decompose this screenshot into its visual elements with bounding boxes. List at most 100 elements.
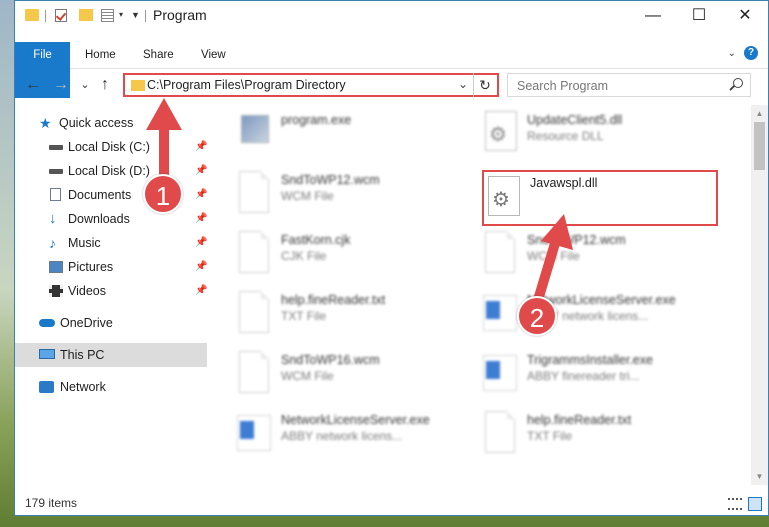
tab-home[interactable]: Home xyxy=(73,42,128,68)
file-item[interactable]: SndToWP16.wcm WCM File xyxy=(225,345,465,401)
tab-view[interactable]: View xyxy=(189,42,238,68)
sidebar-item-local-disk-d[interactable]: Local Disk (D:) 📌 xyxy=(15,159,207,183)
properties-check-icon[interactable] xyxy=(55,9,67,22)
pin-icon[interactable]: 📌 xyxy=(195,207,207,231)
file-type: Resource DLL xyxy=(527,129,604,143)
videos-icon xyxy=(49,285,63,297)
network-icon xyxy=(39,381,54,393)
file-type: TXT File xyxy=(281,309,327,323)
downloads-icon: ↓ xyxy=(49,210,57,227)
search-icon[interactable] xyxy=(733,78,743,88)
file-item[interactable]: SndToWP12.wcm WCM File xyxy=(225,165,465,221)
file-list: program.exe UpdateClient5.dll Resource D… xyxy=(211,105,745,485)
minimize-button[interactable]: — xyxy=(630,1,676,31)
sidebar-item-label: Pictures xyxy=(68,260,114,274)
file-name: NetworkLicenseServer.exe xyxy=(281,413,430,427)
dll-icon xyxy=(485,111,517,151)
separator xyxy=(45,10,46,22)
scroll-thumb[interactable] xyxy=(754,122,765,170)
file-icon xyxy=(239,291,269,333)
file-item[interactable]: NetworkLicenseServer.exe ABBY network li… xyxy=(471,285,711,341)
documents-icon xyxy=(50,188,61,201)
address-path[interactable]: C:\Program Files\Program Directory xyxy=(147,78,346,92)
file-item[interactable]: NetworkLicenseServer.exe ABBY network li… xyxy=(225,405,465,461)
sidebar-item-label: Local Disk (D:) xyxy=(68,164,150,178)
tab-share[interactable]: Share xyxy=(131,42,186,68)
file-type: CJK File xyxy=(281,249,327,263)
navigation-bar: ← → ⌄ ↑ C:\Program Files\Program Directo… xyxy=(15,69,768,103)
sidebar-item-label: Downloads xyxy=(68,212,130,226)
sidebar-item-label: This PC xyxy=(60,348,105,362)
navigation-pane: ★ Quick access Local Disk (C:) 📌 Local D… xyxy=(15,105,209,485)
properties-icon[interactable] xyxy=(101,9,114,22)
highlighted-file-javawspl-dll[interactable]: Javawspl.dll xyxy=(482,170,718,226)
file-type: WCM File xyxy=(527,249,580,263)
file-type: ABBY network licens... xyxy=(281,429,403,443)
file-item[interactable]: program.exe xyxy=(225,105,465,161)
file-item[interactable]: FastKorn.cjk CJK File xyxy=(225,225,465,281)
file-icon xyxy=(485,411,515,453)
vertical-scrollbar[interactable]: ▲ ▼ xyxy=(751,105,768,485)
dll-icon xyxy=(488,176,520,216)
pin-icon[interactable]: 📌 xyxy=(195,135,207,159)
ribbon-tabs: File Home Share View ⌄ ? xyxy=(15,42,768,98)
recent-locations-button[interactable]: ⌄ xyxy=(75,75,95,95)
sidebar-item-local-disk-c[interactable]: Local Disk (C:) 📌 xyxy=(15,135,207,159)
step-1-badge: 1 xyxy=(143,174,183,214)
folder-icon[interactable] xyxy=(25,9,39,21)
sidebar-item-music[interactable]: ♪ Music 📌 xyxy=(15,231,207,255)
chevron-down-icon[interactable]: ⌄ xyxy=(458,77,468,91)
file-name: UpdateClient5.dll xyxy=(527,113,623,127)
pin-icon[interactable]: 📌 xyxy=(195,159,207,183)
customize-toolbar-icon[interactable]: ▼ xyxy=(131,10,140,20)
scroll-down-icon[interactable]: ▼ xyxy=(751,468,768,485)
file-type: ABBY finereader tri... xyxy=(527,369,640,383)
file-name: Javawspl.dll xyxy=(530,176,598,190)
forward-button[interactable]: → xyxy=(51,75,71,95)
file-name: FastKorn.cjk xyxy=(281,233,351,247)
pin-icon[interactable]: 📌 xyxy=(195,183,207,207)
details-view-icon[interactable] xyxy=(728,498,742,510)
sidebar-item-this-pc[interactable]: This PC xyxy=(15,343,207,367)
file-item[interactable]: TrigrammsInstaller.exe ABBY finereader t… xyxy=(471,345,711,401)
pictures-icon xyxy=(49,261,63,273)
app-icon xyxy=(483,295,517,331)
file-item[interactable]: UpdateClient5.dll Resource DLL xyxy=(471,105,711,161)
sidebar-item-onedrive[interactable]: OneDrive xyxy=(15,311,207,335)
sidebar-item-label: Local Disk (C:) xyxy=(68,140,150,154)
file-icon xyxy=(239,351,269,393)
sidebar-item-label: Music xyxy=(68,236,101,250)
sidebar-item-label: Quick access xyxy=(59,116,134,130)
this-pc-icon xyxy=(39,349,55,359)
file-icon xyxy=(239,231,269,273)
sidebar-item-videos[interactable]: Videos 📌 xyxy=(15,279,207,303)
file-item[interactable]: help.fineReader.txt TXT File xyxy=(225,285,465,341)
back-button[interactable]: ← xyxy=(23,75,43,95)
sidebar-item-downloads[interactable]: ↓ Downloads 📌 xyxy=(15,207,207,231)
pin-icon[interactable]: 📌 xyxy=(195,231,207,255)
search-box[interactable] xyxy=(507,73,751,98)
expand-ribbon-icon[interactable]: ⌄ xyxy=(728,48,736,59)
caret-down-icon[interactable]: ▾ xyxy=(119,10,123,19)
sidebar-item-quick-access[interactable]: ★ Quick access xyxy=(15,111,207,135)
up-button[interactable]: ↑ xyxy=(95,75,115,95)
file-name: SndToWP16.wcm xyxy=(281,353,380,367)
pin-icon[interactable]: 📌 xyxy=(195,255,207,279)
maximize-button[interactable]: ☐ xyxy=(676,1,722,31)
sidebar-item-pictures[interactable]: Pictures 📌 xyxy=(15,255,207,279)
refresh-button[interactable]: ↻ xyxy=(473,73,496,97)
address-bar[interactable]: C:\Program Files\Program Directory ⌄ ↻ xyxy=(123,73,499,97)
help-icon[interactable]: ? xyxy=(744,46,758,60)
file-name: help.fineReader.txt xyxy=(281,293,386,307)
large-icons-view-icon[interactable] xyxy=(748,497,762,511)
new-folder-icon[interactable] xyxy=(79,9,93,21)
scroll-up-icon[interactable]: ▲ xyxy=(751,105,768,122)
window-title: Program xyxy=(153,7,207,23)
close-button[interactable]: ✕ xyxy=(722,1,768,31)
search-input[interactable] xyxy=(508,74,729,98)
app-icon xyxy=(237,415,271,451)
file-item[interactable]: SndToWP12.wcm WCM File xyxy=(471,225,711,281)
pin-icon[interactable]: 📌 xyxy=(195,279,207,303)
sidebar-item-network[interactable]: Network xyxy=(15,375,207,399)
file-item[interactable]: help.fineReader.txt TXT File xyxy=(471,405,711,461)
